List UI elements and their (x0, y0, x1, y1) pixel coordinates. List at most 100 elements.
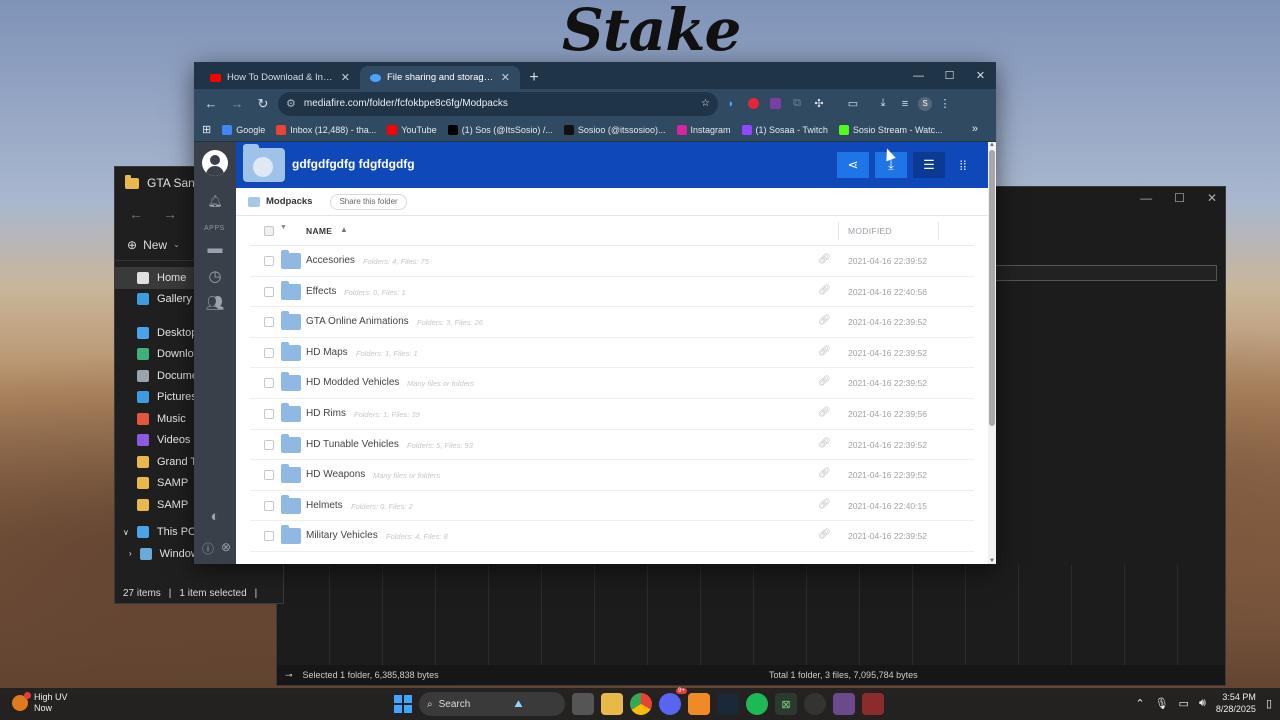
tab-youtube[interactable]: How To Download & Install Mods ✕ (200, 66, 360, 89)
contacts-icon[interactable]: 👥︎ (205, 294, 225, 312)
app-icon[interactable] (833, 693, 855, 715)
row-checkbox[interactable] (264, 378, 274, 389)
table-row[interactable]: Helmets Folders: 0, Files: 2 🔗︎ 2021-04-16 … (250, 491, 974, 522)
close-icon[interactable]: ✕ (965, 62, 996, 89)
share-button[interactable]: ⋖ (837, 152, 869, 178)
tab-mediafire[interactable]: File sharing and storage made simple ✕ (360, 66, 520, 89)
maximize-icon[interactable]: ☐ (1174, 191, 1185, 205)
grid-view-button[interactable]: ⁞⁞ (947, 152, 979, 178)
reload-icon[interactable]: ↻ (252, 93, 274, 115)
scroll-up-icon[interactable]: ▲ (989, 142, 995, 148)
maximize-icon[interactable]: ☐ (934, 62, 965, 89)
row-checkbox[interactable] (264, 347, 274, 358)
bookmark-item[interactable]: (1) Sosaa - Twitch (741, 124, 828, 135)
winrar-icon[interactable] (862, 693, 884, 715)
folder-name[interactable]: Military Vehicles (306, 530, 378, 541)
chevron-down-icon[interactable]: ▼ (280, 224, 287, 231)
folder-name[interactable]: HD Weapons (306, 469, 365, 480)
bookmark-item[interactable]: Sosio Stream - Watc... (838, 124, 943, 135)
scrollbar[interactable]: ▲ ▼ (988, 142, 996, 564)
spotify-icon[interactable] (746, 693, 768, 715)
link-icon[interactable]: 🔗︎ (818, 529, 831, 540)
folder-name[interactable]: GTA Online Animations (306, 316, 409, 327)
media-icon[interactable]: ≡ (896, 95, 914, 113)
forward-arrow-icon[interactable]: → (163, 206, 177, 222)
list-view-button[interactable]: ☰ (913, 152, 945, 178)
puzzle-icon[interactable]: ✣ (810, 95, 828, 113)
table-row[interactable]: GTA Online Animations Folders: 3, Files: … (250, 307, 974, 338)
close-tab-icon[interactable]: ✕ (501, 71, 510, 84)
link-icon[interactable]: 🔗︎ (818, 468, 831, 479)
download-icon[interactable]: ⤓ (874, 95, 892, 113)
taskbar-search[interactable]: ⌕ Search ⛰ (419, 692, 565, 716)
link-icon[interactable]: 🔗︎ (818, 499, 831, 510)
profile-avatar[interactable]: S (918, 96, 932, 111)
folder-name[interactable]: HD Rims (306, 408, 346, 419)
close-tab-icon[interactable]: ✕ (341, 71, 350, 84)
select-all-checkbox[interactable] (264, 226, 274, 236)
close-icon[interactable]: ✕ (1207, 191, 1217, 205)
microphone-icon[interactable]: 🎙︎ (1155, 697, 1169, 710)
apps-grid-icon[interactable]: ⊞ (202, 123, 211, 136)
folder-name[interactable]: HD Tunable Vehicles (306, 439, 399, 450)
path-field[interactable] (995, 265, 1217, 281)
bell-icon[interactable]: 🔔︎ (205, 194, 225, 212)
extension-icon[interactable] (744, 95, 762, 113)
bookmark-item[interactable]: (1) Sos (@ItsSosio) /... (447, 124, 553, 135)
steam-icon[interactable] (717, 693, 739, 715)
bookmark-item[interactable]: Sosioo (@itssosioo)... (563, 124, 666, 135)
link-icon[interactable]: 🔗︎ (818, 407, 831, 418)
table-row[interactable]: Accesories Folders: 4, Files: 75 🔗︎ 2021-04… (250, 246, 974, 277)
display-icon[interactable]: ▭ (1179, 697, 1189, 710)
extension-icon[interactable]: ◗ (722, 95, 740, 113)
site-info-icon[interactable]: ⚙ (286, 97, 296, 110)
back-arrow-icon[interactable]: ← (200, 93, 222, 115)
task-view-icon[interactable] (572, 693, 594, 715)
folder-name[interactable]: Helmets (306, 500, 343, 511)
bookmark-item[interactable]: YouTube (387, 124, 437, 135)
link-icon[interactable]: 🔗︎ (818, 376, 831, 387)
row-checkbox[interactable] (264, 256, 274, 266)
scrollbar-thumb[interactable] (989, 150, 995, 426)
row-checkbox[interactable] (264, 470, 274, 481)
xbox-icon[interactable]: ⊠ (775, 693, 797, 715)
menu-icon[interactable]: ⋮ (936, 95, 954, 113)
row-checkbox[interactable] (264, 286, 274, 297)
volume-icon[interactable]: 🔊︎ (1199, 697, 1206, 710)
more-bookmarks-icon[interactable]: » (972, 123, 978, 135)
row-checkbox[interactable] (264, 531, 274, 542)
table-row[interactable]: HD Weapons Many files or folders 🔗︎ 2021-04… (250, 460, 974, 491)
name-column-header[interactable]: NAME (306, 226, 332, 236)
chrome-icon[interactable] (630, 693, 652, 715)
folder-name[interactable]: HD Modded Vehicles (306, 377, 399, 388)
obs-icon[interactable] (804, 693, 826, 715)
folder-icon[interactable]: ▬ (205, 240, 225, 258)
back-arrow-icon[interactable]: ← (129, 206, 143, 222)
folder-name[interactable]: Effects (306, 286, 336, 297)
folder-name[interactable]: HD Maps (306, 347, 348, 358)
clock[interactable]: 3:54 PM 8/28/2025 (1216, 691, 1256, 715)
row-checkbox[interactable] (264, 408, 274, 419)
notification-icon[interactable]: ▯ (1266, 697, 1272, 710)
link-icon[interactable]: 🔗︎ (818, 254, 831, 265)
table-row[interactable]: HD Maps Folders: 1, Files: 1 🔗︎ 2021-04-16 … (250, 338, 974, 369)
chevron-up-icon[interactable]: ⌃ (1135, 697, 1144, 710)
weather-widget[interactable]: High UV Now (12, 692, 68, 714)
share-folder-button[interactable]: Share this folder (330, 193, 407, 210)
table-row[interactable]: HD Rims Folders: 1, Files: 39 🔗︎ 2021-04-16… (250, 399, 974, 430)
table-row[interactable]: Effects Folders: 0, Files: 1 🔗︎ 2021-04-16 … (250, 277, 974, 308)
user-avatar[interactable] (202, 150, 228, 176)
row-checkbox[interactable] (264, 439, 274, 450)
link-icon[interactable]: 🔗︎ (818, 285, 831, 296)
modified-column-header[interactable]: MODIFIED (848, 226, 892, 236)
extension-icon[interactable] (766, 95, 784, 113)
clock-icon[interactable]: ◷ (205, 267, 225, 285)
minimize-icon[interactable]: — (903, 62, 934, 89)
table-row[interactable]: Military Vehicles Folders: 4, Files: 8 🔗︎ 2… (250, 521, 974, 552)
minimize-icon[interactable]: — (1140, 191, 1152, 205)
scroll-down-icon[interactable]: ▼ (989, 558, 995, 564)
link-icon[interactable]: 🔗︎ (818, 346, 831, 357)
folder-name[interactable]: Accesories (306, 255, 355, 266)
info-icon[interactable]: ⓘ (198, 540, 218, 558)
bookmark-item[interactable]: Instagram (676, 124, 731, 135)
